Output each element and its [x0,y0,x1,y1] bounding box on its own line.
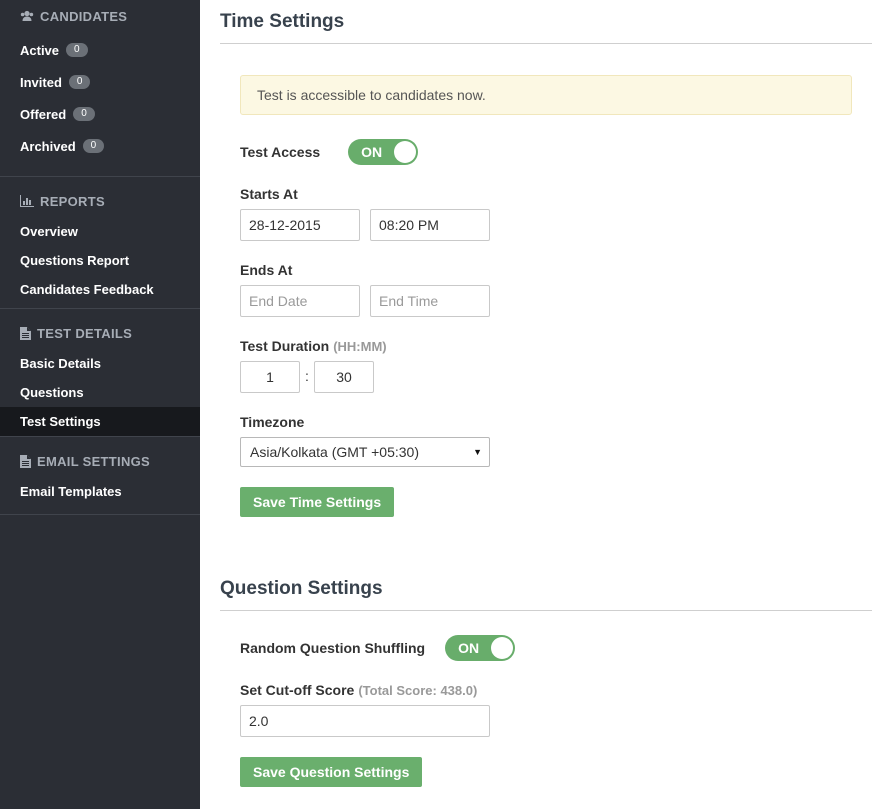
start-date-input[interactable] [240,209,360,241]
main-content: Time Settings Test is accessible to cand… [220,0,872,787]
count-badge: 0 [82,139,105,153]
sidebar-item-label: Test Settings [20,414,101,429]
document-icon [20,454,31,468]
sidebar-item-label: Questions Report [20,253,130,268]
question-settings-section: Question Settings Random Question Shuffl… [220,567,872,809]
document-icon [20,326,31,340]
sidebar-item-label: Email Templates [20,484,122,499]
toggle-state-label: ON [361,144,383,160]
count-badge: 0 [73,107,95,121]
cutoff-label: Set Cut-off Score [240,682,355,698]
sidebar-heading-email-settings: EMAIL SETTINGS [0,437,200,477]
duration-hours-input[interactable] [240,361,300,393]
sidebar-item-questions[interactable]: Questions [0,378,200,407]
toggle-knob [491,637,514,659]
sidebar-heading-test-details: TEST DETAILS [0,309,200,349]
sidebar-heading-label: EMAIL SETTINGS [37,453,151,469]
users-icon [20,10,34,21]
sidebar-heading-reports: REPORTS [0,177,200,217]
count-badge: 0 [68,75,91,89]
sidebar-item-label: Questions [20,385,84,400]
toggle-knob [394,141,417,163]
duration-label: Test Duration [240,338,330,354]
section-title-time-settings: Time Settings [220,0,872,44]
sidebar-heading-label: CANDIDATES [40,8,128,24]
duration-separator: : [305,368,309,384]
sidebar-item-label: Active [20,42,60,58]
shuffle-row: Random Question Shuffling ON [240,635,516,661]
time-settings-section: Time Settings Test is accessible to cand… [220,0,872,560]
shuffle-label: Random Question Shuffling [240,640,426,656]
starts-at-label: Starts At [240,186,298,202]
end-date-input[interactable] [240,285,360,317]
shuffle-toggle[interactable]: ON [445,635,516,661]
save-question-settings-button[interactable]: Save Question Settings [240,757,423,787]
sidebar-section-email-settings: EMAIL SETTINGS Email Templates [0,437,200,515]
cutoff-label-row: Set Cut-off Score (Total Score: 438.0) [240,682,477,700]
duration-hint: (HH:MM) [333,339,387,354]
ends-at-label: Ends At [240,262,293,278]
sidebar-section-candidates: CANDIDATES Active 0 Invited 0 Offered 0 … [0,0,200,177]
sidebar-item-label: Basic Details [20,356,101,371]
timezone-selected-value: Asia/Kolkata (GMT +05:30) [250,444,419,460]
test-access-label: Test Access [240,144,321,160]
sidebar-heading-label: TEST DETAILS [37,325,133,341]
sidebar-item-active[interactable]: Active 0 [0,34,200,66]
duration-label-row: Test Duration (HH:MM) [240,338,387,356]
sidebar-item-basic-details[interactable]: Basic Details [0,349,200,378]
section-title-question-settings: Question Settings [220,567,872,611]
sidebar-item-offered[interactable]: Offered 0 [0,98,200,130]
timezone-label: Timezone [240,414,305,430]
sidebar-item-invited[interactable]: Invited 0 [0,66,200,98]
timezone-select[interactable]: Asia/Kolkata (GMT +05:30) ▼ [240,437,490,467]
sidebar-item-questions-report[interactable]: Questions Report [0,246,200,275]
test-access-row: Test Access ON [240,139,419,165]
sidebar-item-label: Invited [20,74,62,90]
sidebar-heading-label: REPORTS [40,193,105,209]
duration-minutes-input[interactable] [314,361,374,393]
sidebar-item-label: Archived [20,138,76,154]
sidebar-item-test-settings[interactable]: Test Settings [0,407,200,436]
toggle-state-label: ON [458,640,480,656]
sidebar: CANDIDATES Active 0 Invited 0 Offered 0 … [0,0,200,809]
bar-chart-icon [20,195,34,207]
sidebar-item-email-templates[interactable]: Email Templates [0,477,200,506]
sidebar-section-reports: REPORTS Overview Questions Report Candid… [0,177,200,309]
sidebar-item-label: Overview [20,224,78,239]
save-time-settings-button[interactable]: Save Time Settings [240,487,395,517]
cutoff-score-input[interactable] [240,705,490,737]
start-time-input[interactable] [370,209,490,241]
sidebar-item-label: Candidates Feedback [20,282,154,297]
test-access-toggle[interactable]: ON [348,139,419,165]
sidebar-item-candidates-feedback[interactable]: Candidates Feedback [0,275,200,304]
count-badge: 0 [66,43,88,57]
access-alert: Test is accessible to candidates now. [240,75,852,115]
sidebar-heading-candidates: CANDIDATES [0,0,200,28]
dropdown-arrow-icon: ▼ [473,447,482,457]
sidebar-item-overview[interactable]: Overview [0,217,200,246]
cutoff-hint: (Total Score: 438.0) [358,683,478,698]
end-time-input[interactable] [370,285,490,317]
sidebar-item-label: Offered [20,106,67,122]
sidebar-section-test-details: TEST DETAILS Basic Details Questions Tes… [0,309,200,437]
sidebar-item-archived[interactable]: Archived 0 [0,130,200,162]
